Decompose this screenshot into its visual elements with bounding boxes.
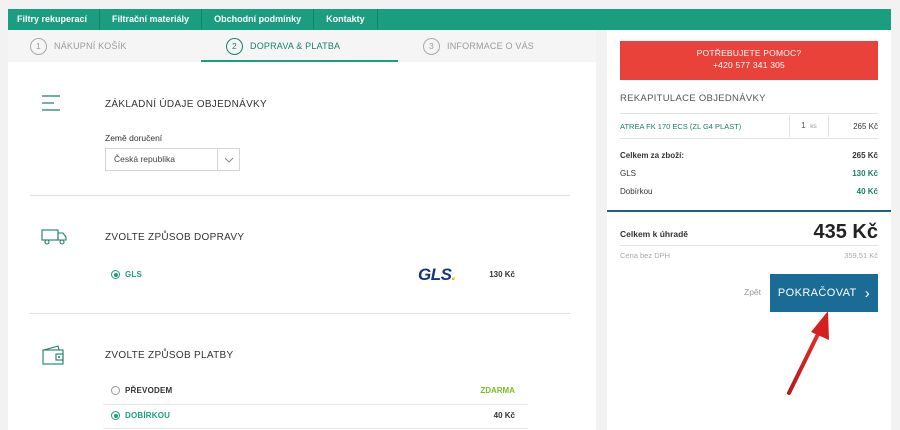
payment-summary-label: Dobírkou: [620, 187, 653, 196]
bank-transfer-label[interactable]: PŘEVODEM: [125, 386, 172, 395]
goods-total-label: Celkem za zboží:: [620, 151, 685, 160]
help-title: POTŘEBUJETE POMOC?: [696, 48, 802, 58]
top-nav: Filtry rekuperací Filtrační materiály Ob…: [8, 9, 891, 30]
nav-item-kontakty[interactable]: Kontakty: [314, 9, 378, 30]
product-price: 265 Kč: [853, 122, 878, 131]
payment-summary-value: 40 Kč: [856, 187, 878, 196]
country-select[interactable]: Česká republika: [105, 148, 240, 171]
section-divider: [30, 313, 570, 314]
checkout-steps: 1 NÁKUPNÍ KOŠÍK 2 DOPRAVA & PLATBA 3 INF…: [8, 30, 596, 62]
step-number: 2: [226, 37, 243, 55]
product-qty-unit: ks: [810, 123, 817, 130]
continue-button[interactable]: POKRAČOVAT ›: [770, 274, 878, 312]
cod-price: 40 Kč: [493, 411, 515, 420]
shipping-section-title: ZVOLTE ZPŮSOB DOPRAVY: [105, 232, 245, 243]
gls-radio[interactable]: [111, 270, 120, 279]
grand-total-label: Celkem k úhradě: [620, 229, 689, 239]
continue-button-label: POKRAČOVAT: [777, 287, 857, 299]
product-qty: 1 ks: [789, 115, 829, 137]
shipping-summary-label: GLS: [620, 169, 637, 178]
step-number: 3: [423, 37, 440, 55]
chevron-down-icon: [217, 149, 239, 170]
section-divider: [30, 195, 570, 196]
cod-label[interactable]: DOBÍRKOU: [125, 411, 170, 420]
truck-icon: [41, 229, 67, 245]
bank-transfer-radio[interactable]: [111, 386, 120, 395]
summary-divider: [620, 113, 878, 114]
step-label: NÁKUPNÍ KOŠÍK: [54, 41, 127, 51]
menu-lines-icon: [42, 95, 60, 111]
step-shipping-payment[interactable]: 2 DOPRAVA & PLATBA: [226, 30, 340, 62]
product-name-link[interactable]: ATREA FK 170 ECS (ZL G4 PLAST): [620, 122, 741, 131]
basics-section-title: ZÁKLADNÍ ÚDAJE OBJEDNÁVKY: [105, 99, 267, 110]
net-price-value: 359,51 Kč: [844, 251, 878, 260]
checkout-main: 1 NÁKUPNÍ KOŠÍK 2 DOPRAVA & PLATBA 3 INF…: [8, 30, 596, 430]
step-number: 1: [30, 37, 47, 55]
gls-option-label[interactable]: GLS: [125, 270, 142, 279]
payment-section-title: ZVOLTE ZPŮSOB PLATBY: [105, 350, 234, 361]
nav-item-filtracni-materialy[interactable]: Filtrační materiály: [100, 9, 203, 30]
product-qty-value: 1: [801, 121, 806, 130]
step-customer-info[interactable]: 3 INFORMACE O VÁS: [423, 30, 534, 62]
nav-item-filtry-rekuperaci[interactable]: Filtry rekuperací: [8, 9, 101, 30]
gls-price: 130 Kč: [489, 270, 515, 279]
total-separator: [607, 210, 891, 212]
shipping-summary-value: 130 Kč: [852, 169, 878, 178]
step-cart[interactable]: 1 NÁKUPNÍ KOŠÍK: [30, 30, 127, 62]
active-step-indicator: [201, 60, 398, 62]
back-link[interactable]: Zpět: [744, 287, 761, 297]
option-divider: [103, 404, 528, 405]
step-label: DOPRAVA & PLATBA: [250, 41, 341, 51]
step-label: INFORMACE O VÁS: [447, 41, 535, 51]
country-select-value: Česká republika: [114, 154, 175, 164]
order-summary-sidebar: POTŘEBUJETE POMOC? +420 577 341 305 REKA…: [607, 30, 891, 430]
help-banner[interactable]: POTŘEBUJETE POMOC? +420 577 341 305: [620, 41, 878, 80]
recap-title: REKAPITULACE OBJEDNÁVKY: [620, 93, 766, 104]
chevron-right-icon: ›: [864, 284, 871, 302]
option-divider: [103, 428, 528, 429]
help-phone[interactable]: +420 577 341 305: [620, 59, 878, 71]
country-label: Země doručení: [105, 133, 163, 143]
net-price-label: Cena bez DPH: [620, 251, 671, 260]
gls-logo: GLS.: [418, 265, 456, 285]
bank-transfer-price: ZDARMA: [480, 386, 515, 395]
goods-total-value: 265 Kč: [852, 151, 878, 160]
grand-total-value: 435 Kč: [813, 221, 879, 243]
cod-radio[interactable]: [111, 411, 120, 420]
gls-logo-text: GLS: [418, 265, 452, 284]
summary-divider: [620, 138, 878, 139]
nav-item-obchodni-podminky[interactable]: Obchodní podmínky: [202, 9, 315, 30]
summary-divider: [620, 245, 878, 246]
wallet-icon: [42, 345, 64, 365]
